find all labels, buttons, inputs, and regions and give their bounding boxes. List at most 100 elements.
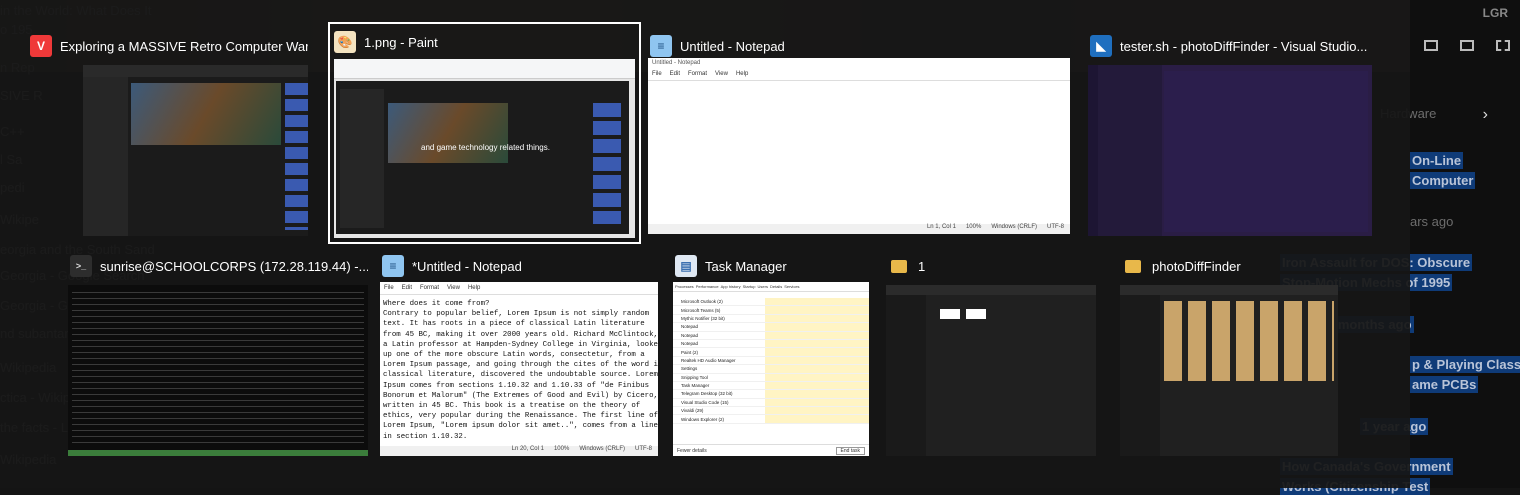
menu-edit[interactable]: Edit xyxy=(402,285,412,291)
process-row[interactable]: Notepad xyxy=(673,331,869,340)
notepad-titlebar: Untitled - Notepad xyxy=(652,60,701,66)
menu-help[interactable]: Help xyxy=(736,71,748,77)
terminal-output xyxy=(72,289,364,448)
task-manager-tab[interactable]: Details xyxy=(770,284,782,289)
process-metrics xyxy=(765,323,869,331)
window-header: 1 xyxy=(886,250,1096,282)
end-task-button[interactable]: End task xyxy=(835,446,865,455)
process-metrics xyxy=(765,356,869,365)
menu-file[interactable]: File xyxy=(652,71,662,77)
status-encoding: UTF-8 xyxy=(635,446,652,452)
miniplayer-icon[interactable] xyxy=(1424,40,1438,51)
window-thumbnail-explorer-photodifffinder[interactable]: photoDiffFinder xyxy=(1120,250,1338,456)
notepad-text[interactable]: Where does it come from? Contrary to pop… xyxy=(380,295,658,445)
window-title: 1.png - Paint xyxy=(364,34,438,50)
process-name: Notepad xyxy=(681,341,699,347)
terminal-statusbar xyxy=(68,450,368,456)
process-row[interactable]: Task Manager xyxy=(673,381,869,391)
menu-format[interactable]: Format xyxy=(688,71,707,77)
window-thumbnail-paint[interactable]: 🎨 1.png - Paint and game technology rela… xyxy=(328,22,641,244)
process-row[interactable]: Settings xyxy=(673,365,869,374)
notepad-statusbar: Ln 1, Col 1 100% Windows (CRLF) UTF-8 xyxy=(648,224,1070,234)
explorer-nav-pane xyxy=(886,295,926,456)
process-row[interactable]: Microsoft Teams (5) xyxy=(673,306,869,315)
window-title: 1 xyxy=(918,258,926,274)
window-title: Exploring a MASSIVE Retro Computer Ware.… xyxy=(60,38,308,54)
theater-icon[interactable] xyxy=(1460,40,1474,51)
player-controls[interactable] xyxy=(1424,40,1510,51)
process-metrics xyxy=(765,415,869,423)
process-metrics xyxy=(765,390,869,398)
menu-format[interactable]: Format xyxy=(420,285,439,291)
process-row[interactable]: Notepad xyxy=(673,323,869,332)
task-manager-tab[interactable]: Users xyxy=(758,284,768,289)
background-right-item: ars ago xyxy=(1410,214,1454,229)
window-thumbnail-explorer-1[interactable]: 1 xyxy=(886,250,1096,456)
process-name: Visual Studio Code (15) xyxy=(681,399,729,405)
window-header: >_ sunrise@SCHOOLCORPS (172.28.119.44) -… xyxy=(68,250,368,282)
window-header: 🎨 1.png - Paint xyxy=(330,24,639,56)
window-thumbnail-notepad-edited[interactable]: ≡ *Untitled - Notepad File Edit Format V… xyxy=(380,250,660,456)
background-chevron-icon[interactable]: › xyxy=(1483,106,1488,124)
menu-view[interactable]: View xyxy=(715,71,728,77)
menu-help[interactable]: Help xyxy=(468,285,480,291)
notepad-menu: File Edit Format View Help xyxy=(380,282,658,295)
task-manager-tab[interactable]: Services xyxy=(784,284,799,289)
folder-icon xyxy=(888,255,910,277)
file-thumbnail xyxy=(940,309,960,319)
process-name: Mythic Notifier (32 bit) xyxy=(681,315,725,321)
menu-view[interactable]: View xyxy=(447,285,460,291)
task-manager-tab[interactable]: App history xyxy=(721,284,741,289)
menu-file[interactable]: File xyxy=(384,285,394,291)
window-header: ◣ tester.sh - photoDiffFinder - Visual S… xyxy=(1088,30,1378,62)
process-list: Microsoft Outlook (2) Microsoft Teams (5)… xyxy=(673,292,869,424)
status-zoom: 100% xyxy=(553,446,570,452)
window-preview xyxy=(1120,285,1338,456)
process-row[interactable]: Vivaldi (29) xyxy=(673,407,869,416)
window-title: photoDiffFinder xyxy=(1152,258,1241,274)
fullscreen-icon[interactable] xyxy=(1496,40,1510,51)
process-row[interactable]: Realtek HD Audio Manager xyxy=(673,356,869,366)
task-manager-tab[interactable]: Startup xyxy=(743,284,756,289)
window-thumbnail-notepad[interactable]: ≡ Untitled - Notepad Untitled - Notepad … xyxy=(648,30,1070,236)
background-right-item: On-Line xyxy=(1410,152,1464,169)
process-row[interactable]: Windows Explorer (2) xyxy=(673,415,869,424)
notepad-icon: ≡ xyxy=(650,35,672,57)
fewer-details-link[interactable]: Fewer details xyxy=(677,448,707,454)
window-thumbnail-vscode[interactable]: ◣ tester.sh - photoDiffFinder - Visual S… xyxy=(1088,30,1378,236)
process-row[interactable]: Visual Studio Code (15) xyxy=(673,398,869,408)
process-row[interactable]: Snipping Tool xyxy=(673,373,869,382)
window-thumbnail-terminal[interactable]: >_ sunrise@SCHOOLCORPS (172.28.119.44) -… xyxy=(68,250,368,456)
process-metrics xyxy=(765,407,869,415)
window-header: photoDiffFinder xyxy=(1120,250,1338,282)
process-row[interactable]: Microsoft Outlook (2) xyxy=(673,298,869,307)
process-metrics xyxy=(765,398,869,407)
browser-tabs-bar xyxy=(83,65,308,77)
file-grid xyxy=(1164,301,1334,381)
window-header: V Exploring a MASSIVE Retro Computer War… xyxy=(28,30,308,62)
canvas-recommendations xyxy=(593,103,621,224)
notepad-statusbar: Ln 20, Col 1 100% Windows (CRLF) UTF-8 xyxy=(380,446,658,456)
window-thumbnail-task-manager[interactable]: ▤ Task Manager Processes Performance App h… xyxy=(673,250,869,456)
process-row[interactable]: Paint (2) xyxy=(673,348,869,357)
task-manager-tab[interactable]: Processes xyxy=(675,284,694,289)
task-manager-icon: ▤ xyxy=(675,255,697,277)
window-header: ≡ *Untitled - Notepad xyxy=(380,250,660,282)
status-position: Ln 1, Col 1 xyxy=(926,224,956,230)
process-metrics xyxy=(765,381,869,390)
process-name: Telegram Desktop (32 bit) xyxy=(681,391,733,397)
process-row[interactable]: Notepad xyxy=(673,339,869,349)
paint-icon: 🎨 xyxy=(334,31,356,53)
process-row[interactable]: Telegram Desktop (32 bit) xyxy=(673,390,869,399)
menu-edit[interactable]: Edit xyxy=(670,71,680,77)
process-name: Paint (2) xyxy=(681,349,699,355)
vscode-explorer-panel xyxy=(1098,65,1162,236)
paint-canvas: and game technology related things. xyxy=(336,81,629,234)
window-preview xyxy=(68,285,368,456)
process-metrics xyxy=(765,348,869,356)
background-right-item: ame PCBs xyxy=(1410,376,1479,393)
process-row[interactable]: Mythic Notifier (32 bit) xyxy=(673,314,869,324)
task-manager-tab[interactable]: Performance xyxy=(696,284,719,289)
window-thumbnail-vivaldi[interactable]: V Exploring a MASSIVE Retro Computer War… xyxy=(28,30,308,236)
window-header: ▤ Task Manager xyxy=(673,250,869,282)
